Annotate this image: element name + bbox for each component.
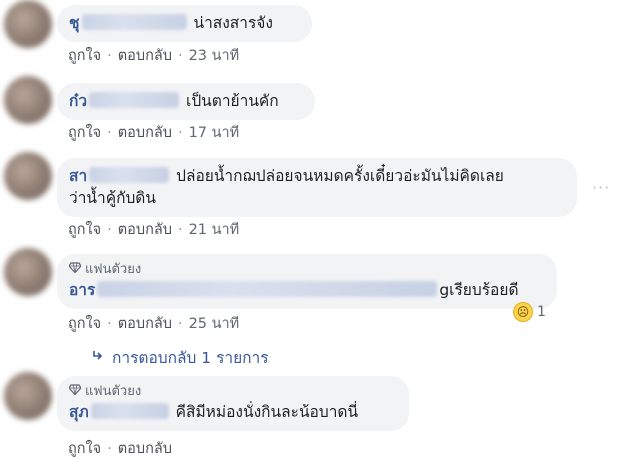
separator-dot: · — [107, 440, 112, 457]
separator-dot: · — [107, 47, 112, 64]
reply-link[interactable]: ตอบกลับ — [118, 121, 172, 144]
comment-text: เป็นตาย้านคัก — [186, 92, 279, 110]
comment-bubble: สา ปล่อยน้ำกฌปล่อยจนหมดครั้งเดี๋ยวอ่ะมัน… — [57, 158, 577, 217]
separator-dot: · — [177, 124, 183, 141]
more-options-icon[interactable]: ··· — [592, 178, 610, 197]
diamond-icon — [68, 261, 82, 279]
sad-tear-icon: ☹ — [513, 302, 533, 322]
like-link[interactable]: ถูกใจ — [68, 44, 101, 67]
separator-dot: · — [107, 315, 112, 332]
avatar[interactable] — [4, 0, 52, 48]
avatar[interactable] — [4, 248, 52, 296]
reply-link[interactable]: ตอบกลับ — [118, 218, 172, 241]
comment-text: คีสิมีหม่องนั่งกินละน้อบาดนี่ — [175, 403, 359, 421]
commenter-name[interactable]: ก๋ว — [69, 92, 87, 110]
comment-bubble: แฟนตัวยง อาร gเรียบร้อยดี — [57, 254, 557, 309]
separator-dot: · — [177, 47, 183, 64]
avatar[interactable] — [4, 372, 52, 420]
reply-arrow-icon — [92, 350, 104, 366]
reaction-summary[interactable]: ☹ 1 — [513, 302, 546, 322]
comment-text-line-2: ว่าน้ำคู้กับดิน — [69, 189, 156, 207]
redacted-name — [97, 281, 438, 297]
separator-dot: · — [107, 221, 112, 238]
comment-bubble: ก๋ว เป็นตาย้านคัก — [57, 83, 315, 120]
commenter-name[interactable]: สุภ — [69, 403, 89, 421]
comment-text: ปล่อยน้ำกฌปล่อยจนหมดครั้งเดี๋ยวอ่ะมันไม่… — [176, 167, 504, 185]
avatar[interactable] — [4, 152, 52, 200]
comment-line-1: สุภ คีสิมีหม่องนั่งกินละน้อบาดนี่ — [69, 401, 397, 423]
top-fan-badge: แฟนตัวยง — [68, 261, 545, 279]
comment-actions: ถูกใจ · ตอบกลับ · 17 นาที — [68, 121, 239, 144]
comment-actions: ถูกใจ · ตอบกลับ · 21 นาที — [68, 218, 239, 241]
redacted-name — [90, 403, 169, 419]
comment-time[interactable]: 21 นาที — [189, 218, 240, 241]
like-link[interactable]: ถูกใจ — [68, 437, 101, 460]
separator-dot: · — [177, 315, 183, 332]
comment-line-1: อาร gเรียบร้อยดี — [69, 279, 545, 301]
view-replies-label: การตอบกลับ 1 รายการ — [112, 349, 269, 367]
comment-actions: ถูกใจ · ตอบกลับ · 23 นาที — [68, 44, 239, 67]
redacted-name — [81, 14, 187, 30]
avatar[interactable] — [4, 76, 52, 124]
like-link[interactable]: ถูกใจ — [68, 121, 101, 144]
commenter-name[interactable]: ชุ — [69, 14, 80, 32]
comment-line-1: สา ปล่อยน้ำกฌปล่อยจนหมดครั้งเดี๋ยวอ่ะมัน… — [69, 165, 565, 187]
comment-bubble: ชุ น่าสงสารจัง — [57, 5, 312, 42]
redacted-name — [89, 92, 180, 108]
view-replies-link[interactable]: การตอบกลับ 1 รายการ — [92, 345, 269, 370]
badge-label: แฟนตัวยง — [85, 384, 142, 399]
reply-link[interactable]: ตอบกลับ — [118, 312, 172, 335]
comment-time[interactable]: 23 นาที — [189, 44, 240, 67]
top-fan-badge: แฟนตัวยง — [68, 383, 397, 401]
like-link[interactable]: ถูกใจ — [68, 312, 101, 335]
separator-dot: · — [177, 221, 183, 238]
reaction-count: 1 — [537, 304, 546, 320]
comment-bubble: แฟนตัวยง สุภ คีสิมีหม่องนั่งกินละน้อบาดน… — [57, 376, 409, 431]
separator-dot: · — [107, 124, 112, 141]
comment-text: gเรียบร้อยดี — [439, 281, 519, 299]
like-link[interactable]: ถูกใจ — [68, 218, 101, 241]
reply-link[interactable]: ตอบกลับ — [118, 44, 172, 67]
commenter-name[interactable]: สา — [69, 167, 87, 185]
badge-label: แฟนตัวยง — [85, 262, 142, 277]
comment-actions: ถูกใจ · ตอบกลับ · 25 นาที — [68, 312, 239, 335]
comment-time[interactable]: 17 นาที — [189, 121, 240, 144]
redacted-name — [89, 167, 170, 183]
comment-time[interactable]: 25 นาที — [189, 312, 240, 335]
reply-link[interactable]: ตอบกลับ — [118, 437, 172, 460]
commenter-name[interactable]: อาร — [69, 281, 95, 299]
comment-actions: ถูกใจ · ตอบกลับ — [68, 437, 172, 460]
comment-text: น่าสงสารจัง — [193, 14, 273, 32]
diamond-icon — [68, 383, 82, 401]
